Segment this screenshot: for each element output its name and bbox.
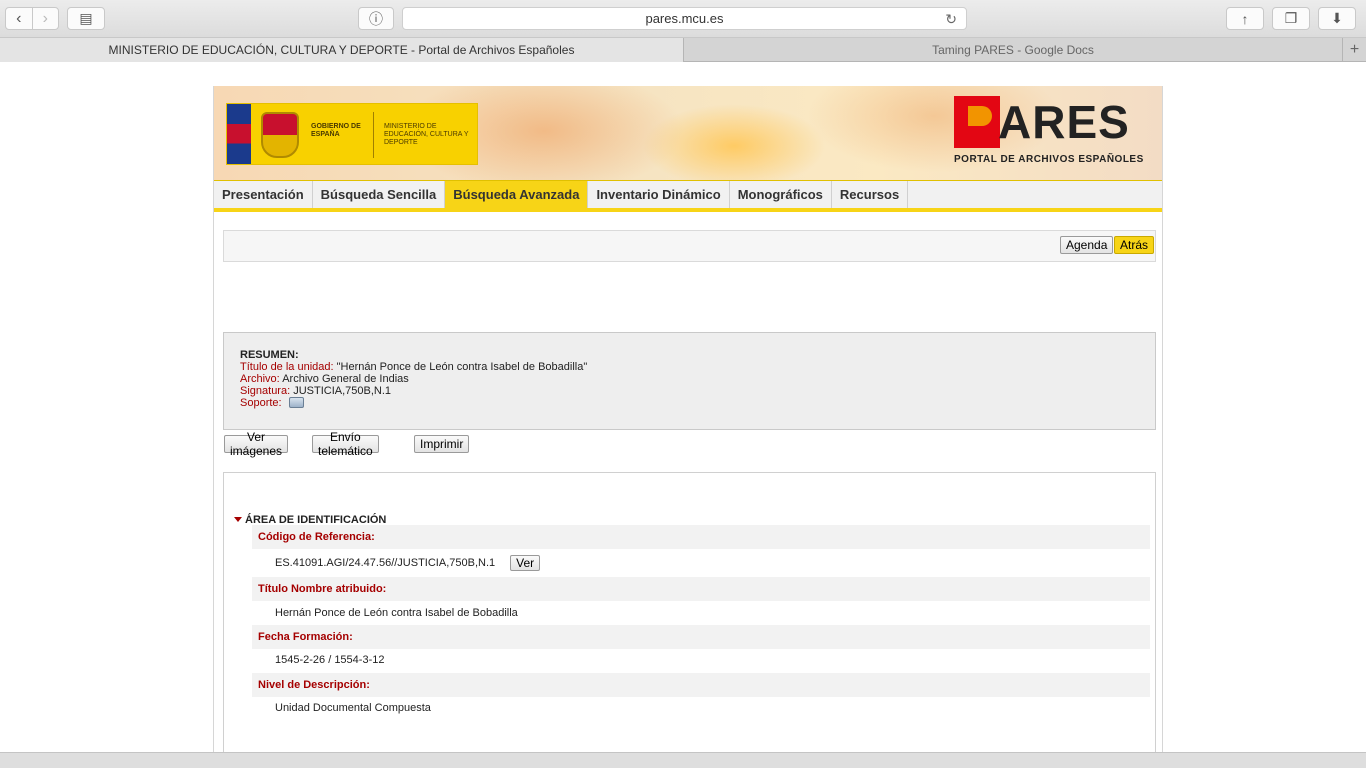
collapse-triangle-icon bbox=[234, 516, 242, 522]
status-bar bbox=[0, 752, 1366, 768]
tab-google-docs[interactable]: Taming PARES - Google Docs bbox=[684, 38, 1342, 62]
tabs-overview-icon[interactable]: ❐ bbox=[1272, 7, 1310, 30]
menu-recursos[interactable]: Recursos bbox=[832, 181, 909, 208]
field-label-codigo: Código de Referencia: bbox=[252, 525, 1150, 549]
page-content: GOBIERNO DE ESPAÑA MINISTERIO DE EDUCACI… bbox=[213, 86, 1163, 762]
field-label-nivel: Nivel de Descripción: bbox=[252, 673, 1150, 697]
field-label-fecha: Fecha Formación: bbox=[252, 625, 1150, 649]
back-arrow-icon[interactable]: ‹ bbox=[6, 8, 32, 29]
gov-label: GOBIERNO DE ESPAÑA bbox=[311, 123, 361, 138]
address-bar[interactable]: pares.mcu.es ↻ bbox=[402, 7, 967, 30]
field-label-titulo: Título Nombre atribuido: bbox=[252, 577, 1150, 601]
eu-flag-icon bbox=[227, 104, 251, 164]
header-banner: GOBIERNO DE ESPAÑA MINISTERIO DE EDUCACI… bbox=[214, 86, 1162, 180]
imprimir-button[interactable]: Imprimir bbox=[414, 435, 470, 453]
ministry-label: MINISTERIO DE EDUCACIÓN, CULTURA Y DEPOR… bbox=[384, 123, 469, 146]
envio-telematico-button[interactable]: Envío telemático bbox=[312, 430, 379, 458]
field-value-codigo: ES.41091.AGI/24.47.56//JUSTICIA,750B,N.1… bbox=[275, 555, 541, 571]
back-button[interactable]: Atrás bbox=[1114, 236, 1155, 254]
summary-signature-label: Signatura: bbox=[240, 385, 291, 397]
logo-separator bbox=[373, 112, 374, 158]
summary-box: RESUMEN: Título de la unidad: "Hernán Po… bbox=[223, 332, 1156, 430]
ver-imagenes-button[interactable]: Ver imágenes bbox=[224, 430, 289, 458]
summary-title-value: "Hernán Ponce de León contra Isabel de B… bbox=[336, 361, 588, 373]
pares-logo[interactable]: ARES PORTAL DE ARCHIVOS ESPAÑOLES bbox=[954, 96, 1150, 170]
tab-bar: MINISTERIO DE EDUCACIÓN, CULTURA Y DEPOR… bbox=[0, 38, 1366, 62]
menu-busqueda-sencilla[interactable]: Búsqueda Sencilla bbox=[313, 181, 446, 208]
summary-support-label: Soporte: bbox=[240, 397, 282, 409]
summary-title-label: Título de la unidad: bbox=[240, 361, 334, 373]
summary-archive-row: Archivo: Archivo General de Indias bbox=[240, 373, 1155, 385]
forward-arrow-icon[interactable]: › bbox=[31, 8, 59, 29]
url-text: pares.mcu.es bbox=[645, 11, 724, 26]
reload-icon[interactable]: ↻ bbox=[945, 11, 957, 28]
menu-busqueda-avanzada[interactable]: Búsqueda Avanzada bbox=[445, 181, 589, 208]
new-tab-icon[interactable]: + bbox=[1342, 38, 1366, 62]
summary-heading: RESUMEN: bbox=[240, 349, 299, 361]
nav-buttons: ‹ › bbox=[5, 7, 59, 30]
summary-title-row: Título de la unidad: "Hernán Ponce de Le… bbox=[240, 361, 1155, 373]
logo-subtitle: PORTAL DE ARCHIVOS ESPAÑOLES bbox=[954, 154, 1144, 165]
summary-signature-row: Signatura: JUSTICIA,750B,N.1 bbox=[240, 385, 1155, 397]
summary-signature-value: JUSTICIA,750B,N.1 bbox=[293, 385, 392, 397]
reader-info-icon[interactable]: ⓘ bbox=[358, 7, 394, 30]
camera-icon[interactable] bbox=[288, 396, 304, 408]
menu-presentacion[interactable]: Presentación bbox=[214, 181, 313, 208]
share-icon[interactable]: ↑ bbox=[1226, 7, 1264, 30]
downloads-icon[interactable]: ⬇ bbox=[1318, 7, 1356, 30]
pares-p-mark-icon bbox=[954, 96, 1000, 148]
action-bar: Agenda Atrás bbox=[223, 230, 1156, 262]
menu-inventario-dinamico[interactable]: Inventario Dinámico bbox=[588, 181, 730, 208]
identification-panel: ÁREA DE IDENTIFICACIÓN Código de Referen… bbox=[223, 472, 1156, 762]
field-value-nivel: Unidad Documental Compuesta bbox=[275, 702, 431, 714]
tab-pares[interactable]: MINISTERIO DE EDUCACIÓN, CULTURA Y DEPOR… bbox=[0, 38, 684, 62]
summary-support-row: Soporte: bbox=[240, 396, 1155, 409]
agenda-button[interactable]: Agenda bbox=[1060, 236, 1114, 254]
menu-divider bbox=[214, 208, 1162, 212]
browser-toolbar: ‹ › ▤ ⓘ pares.mcu.es ↻ ↑ ❐ ⬇ bbox=[0, 0, 1366, 38]
government-logo[interactable]: GOBIERNO DE ESPAÑA MINISTERIO DE EDUCACI… bbox=[226, 103, 478, 165]
ver-button[interactable]: Ver bbox=[510, 555, 541, 571]
main-menu: Presentación Búsqueda Sencilla Búsqueda … bbox=[214, 180, 1162, 208]
coat-of-arms-icon bbox=[261, 112, 299, 158]
sidebar-icon[interactable]: ▤ bbox=[67, 7, 105, 30]
logo-text: ARES bbox=[998, 96, 1130, 148]
summary-archive-value: Archivo General de Indias bbox=[282, 373, 409, 385]
menu-monograficos[interactable]: Monográficos bbox=[730, 181, 832, 208]
summary-archive-label: Archivo: bbox=[240, 373, 280, 385]
field-value-titulo: Hernán Ponce de León contra Isabel de Bo… bbox=[275, 607, 518, 619]
field-value-fecha: 1545-2-26 / 1554-3-12 bbox=[275, 654, 385, 666]
